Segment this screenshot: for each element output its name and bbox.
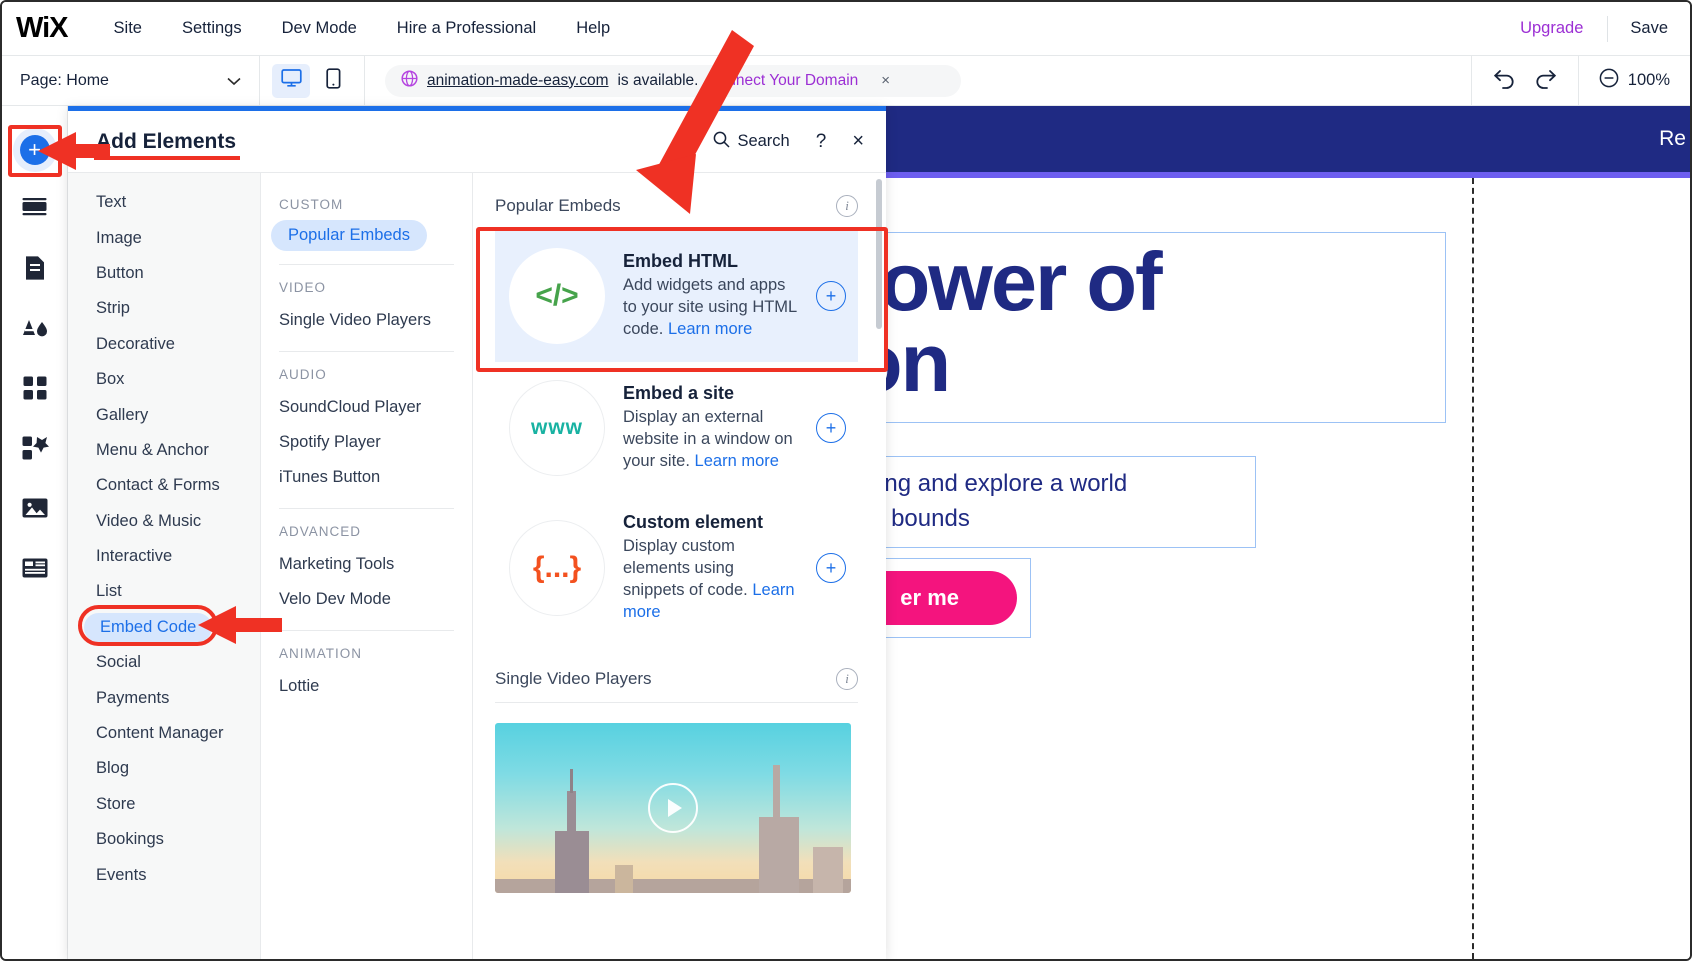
- arrow-to-popular-embeds: [636, 30, 754, 214]
- arrow-to-add-button: [38, 132, 110, 170]
- arrow-to-embed-code: [198, 606, 282, 644]
- wix-editor-window: WiX Site Settings Dev Mode Hire a Profes…: [0, 0, 1692, 961]
- annotation-arrows: [38, 30, 754, 644]
